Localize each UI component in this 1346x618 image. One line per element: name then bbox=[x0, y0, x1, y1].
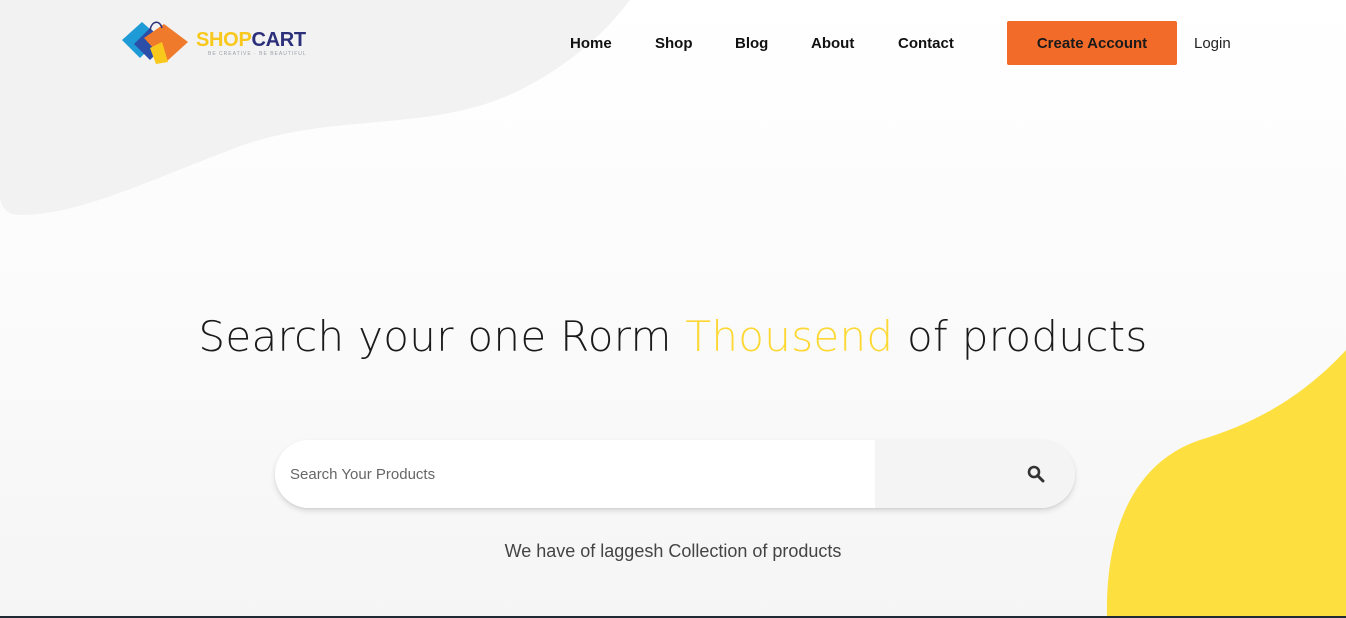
nav-item-about[interactable]: About bbox=[811, 35, 854, 52]
search-input[interactable] bbox=[275, 440, 875, 508]
nav-item-shop[interactable]: Shop bbox=[655, 35, 693, 52]
site-header: SHOPCART BE CREATIVE · BE BEAUTIFUL Home… bbox=[0, 0, 1346, 88]
nav-item-blog[interactable]: Blog bbox=[735, 35, 768, 52]
create-account-button[interactable]: Create Account bbox=[1007, 21, 1177, 65]
product-search-bar bbox=[275, 440, 1075, 508]
hero-title-accent: Thousend bbox=[685, 312, 894, 361]
hero-subtitle: We have of laggesh Collection of product… bbox=[504, 541, 842, 561]
search-icon bbox=[1027, 465, 1045, 483]
hero-title: Search your one Rorm Thousend of product… bbox=[0, 312, 1346, 362]
hero-title-after: of products bbox=[893, 312, 1148, 361]
yellow-blob-shape bbox=[1106, 350, 1346, 618]
brand-wordmark: SHOPCART BE CREATIVE · BE BEAUTIFUL bbox=[196, 30, 307, 57]
brand-name: SHOPCART bbox=[196, 30, 307, 50]
search-button[interactable] bbox=[875, 440, 1075, 508]
nav-item-contact[interactable]: Contact bbox=[898, 35, 954, 52]
brand-name-part1: SHOP bbox=[196, 28, 252, 51]
hero-title-before: Search your one Rorm bbox=[198, 312, 686, 361]
brand-tagline: BE CREATIVE · BE BEAUTIFUL bbox=[208, 50, 307, 57]
brand-name-part2: CART bbox=[251, 28, 306, 51]
shopping-bags-icon bbox=[122, 21, 188, 64]
brand-logo[interactable]: SHOPCART BE CREATIVE · BE BEAUTIFUL bbox=[120, 18, 320, 68]
nav-item-home[interactable]: Home bbox=[570, 35, 612, 52]
login-link[interactable]: Login bbox=[1194, 35, 1231, 52]
background-shapes bbox=[0, 0, 1346, 618]
